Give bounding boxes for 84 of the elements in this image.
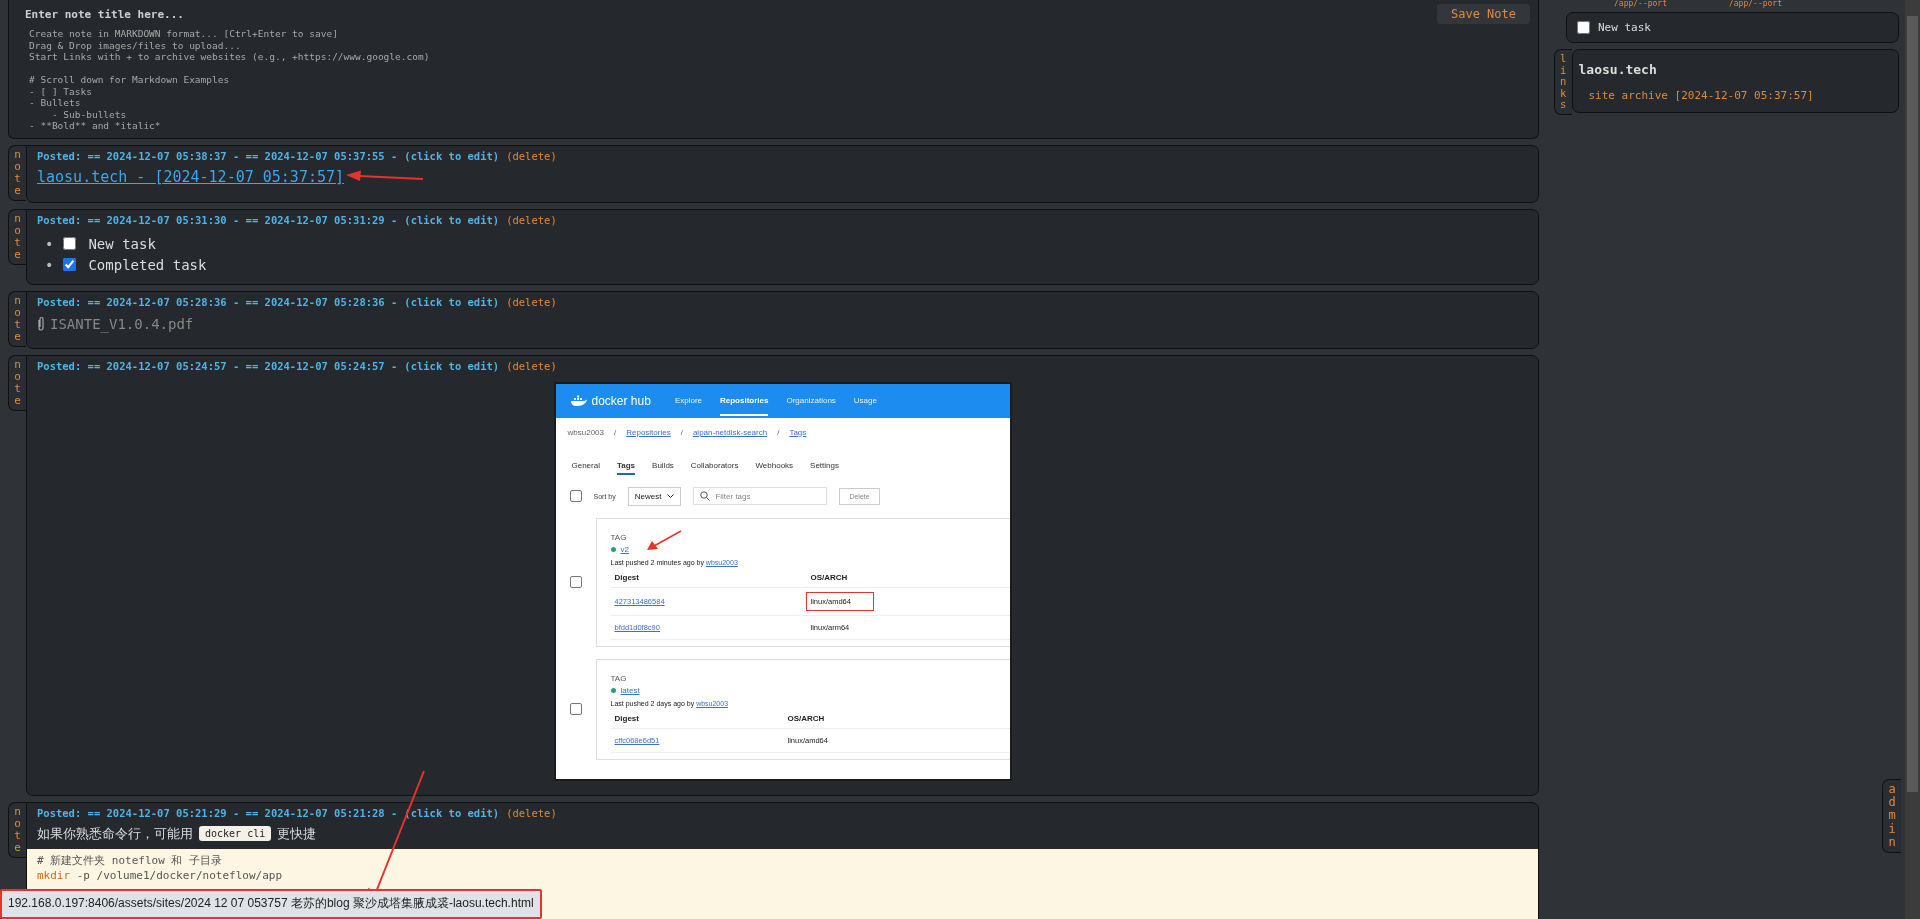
tag-checkbox[interactable]: [569, 703, 582, 715]
title-field[interactable]: Enter note title here...: [25, 5, 1437, 23]
breadcrumb-link[interactable]: aipan-netdisk-search: [692, 427, 768, 437]
bullet: •: [45, 256, 54, 273]
repo-tab[interactable]: Tags: [616, 460, 636, 475]
breadcrumb-link[interactable]: Repositories: [626, 427, 671, 437]
posted-timestamp: Posted: == 2024-12-07 05:31:30 - == 2024-12-07 05:31:29 -: [37, 213, 398, 226]
edit-link[interactable]: (click to edit): [404, 149, 500, 162]
repo-tab[interactable]: Settings: [810, 460, 839, 475]
nav-link[interactable]: Usage: [853, 385, 877, 416]
sort-dropdown[interactable]: Newest: [627, 486, 682, 506]
path-label: /app/--port: [1614, 0, 1667, 10]
status-dot: [610, 687, 616, 693]
docker-hub-logo: docker hub: [591, 393, 651, 408]
status-dot: [610, 546, 616, 552]
links-tab[interactable]: links: [1554, 49, 1572, 115]
search-icon: [700, 491, 711, 501]
delete-link[interactable]: (delete): [506, 149, 557, 162]
repo-tab[interactable]: Collaborators: [690, 460, 739, 475]
admin-tab[interactable]: admin: [1882, 779, 1901, 853]
delete-link[interactable]: (delete): [506, 806, 557, 819]
breadcrumb-separator: /: [680, 427, 683, 437]
select-all-checkbox[interactable]: [569, 490, 582, 502]
edit-link[interactable]: (click to edit): [404, 213, 500, 226]
breadcrumb-user: wbsu2003: [567, 427, 604, 437]
annotation-arrow: [645, 529, 682, 552]
task-label: New task: [88, 235, 156, 252]
column-header: Digest: [614, 713, 639, 723]
task-checkbox[interactable]: [63, 257, 77, 271]
file-link[interactable]: ISANTE_V1.0.4.pdf: [50, 315, 194, 332]
archive-link[interactable]: laosu.tech - [2024-12-07 05:37:57]: [37, 167, 345, 186]
repo-tab[interactable]: General: [571, 460, 600, 475]
nav-link[interactable]: Repositories: [720, 385, 769, 416]
delete-link[interactable]: (delete): [506, 295, 557, 308]
edit-link[interactable]: (click to edit): [404, 359, 500, 372]
note-tab[interactable]: note: [8, 290, 26, 347]
inline-code: docker cli: [199, 826, 272, 841]
column-header: Digest: [614, 572, 639, 582]
note-tab[interactable]: note: [8, 801, 26, 858]
note-tab[interactable]: note: [8, 354, 26, 411]
task-checkbox[interactable]: [63, 236, 77, 250]
posted-timestamp: Posted: == 2024-12-07 05:28:36 - == 2024-12-07 05:28:36 -: [37, 295, 398, 308]
task-label: Completed task: [88, 256, 207, 273]
breadcrumb-separator: /: [777, 427, 780, 437]
note-text: 更快捷: [277, 824, 317, 843]
posted-timestamp: Posted: == 2024-12-07 05:21:29 - == 2024-12-07 05:21:28 -: [37, 806, 398, 819]
nav-link[interactable]: Explore: [674, 385, 702, 416]
save-button[interactable]: Save Note: [1436, 4, 1530, 24]
status-bar-url: 192.168.0.197:8406/assets/sites/2024 12 07 053757 老苏的blog 聚沙成塔集腋成裘-laosu.tech.html: [0, 889, 542, 919]
task-label: New task: [1598, 21, 1651, 34]
chevron-down-icon: [667, 493, 675, 499]
task-checkbox[interactable]: [1577, 21, 1590, 34]
repo-tab[interactable]: Webhooks: [755, 460, 794, 475]
code-comment: # 新建文件夹 noteflow 和 子目录: [37, 852, 224, 868]
tag-link[interactable]: v2: [620, 544, 629, 554]
tag-label: TAG: [610, 532, 628, 542]
tag-label: TAG: [610, 673, 628, 683]
column-header: OS/ARCH: [810, 572, 848, 582]
code-line: mkdir -p /volume1/docker/noteflow/app: [37, 867, 284, 883]
whale-logo-icon: [569, 394, 588, 407]
note-tab[interactable]: note: [8, 144, 26, 201]
scrollbar-thumb[interactable]: [1907, 16, 1918, 792]
delete-link[interactable]: (delete): [506, 359, 557, 372]
note-body-field[interactable]: Create note in MARKDOWN format... [Ctrl+Enter to save] Drag & Drop images/files to upload... Start Links with + to archive websites (e.g., +https://www.google.com) # Scroll down for Markdown Examples - [ ] Tasks - Bullets - Sub-bullets - **Bold** and *italic*: [25, 26, 1530, 134]
path-label: /app/--port: [1729, 0, 1782, 10]
edit-link[interactable]: (click to edit): [404, 295, 500, 308]
repo-tab[interactable]: Builds: [652, 460, 674, 475]
breadcrumb-separator: /: [614, 427, 617, 437]
posted-timestamp: Posted: == 2024-12-07 05:24:57 - == 2024-12-07 05:24:57 -: [37, 359, 398, 372]
link-title: laosu.tech: [1578, 62, 1658, 77]
column-header: OS/ARCH: [787, 713, 825, 723]
note-text: 如果你熟悉命令行，可能用: [37, 824, 193, 843]
archive-link[interactable]: site archive [2024-12-07 05:37:57]: [1588, 89, 1892, 102]
scrollbar[interactable]: [1905, 0, 1920, 919]
paperclip-icon: [37, 315, 45, 332]
posted-timestamp: Posted: == 2024-12-07 05:38:37 - == 2024-12-07 05:37:55 -: [37, 149, 398, 162]
breadcrumb-link[interactable]: Tags: [789, 427, 807, 437]
delete-link[interactable]: (delete): [506, 213, 557, 226]
bullet: •: [45, 235, 54, 252]
note-tab[interactable]: note: [8, 208, 26, 265]
nav-link[interactable]: Organizations: [786, 385, 836, 416]
tag-link[interactable]: latest: [620, 685, 640, 695]
tag-checkbox[interactable]: [569, 576, 582, 588]
filter-field[interactable]: Filter tags: [693, 487, 828, 505]
